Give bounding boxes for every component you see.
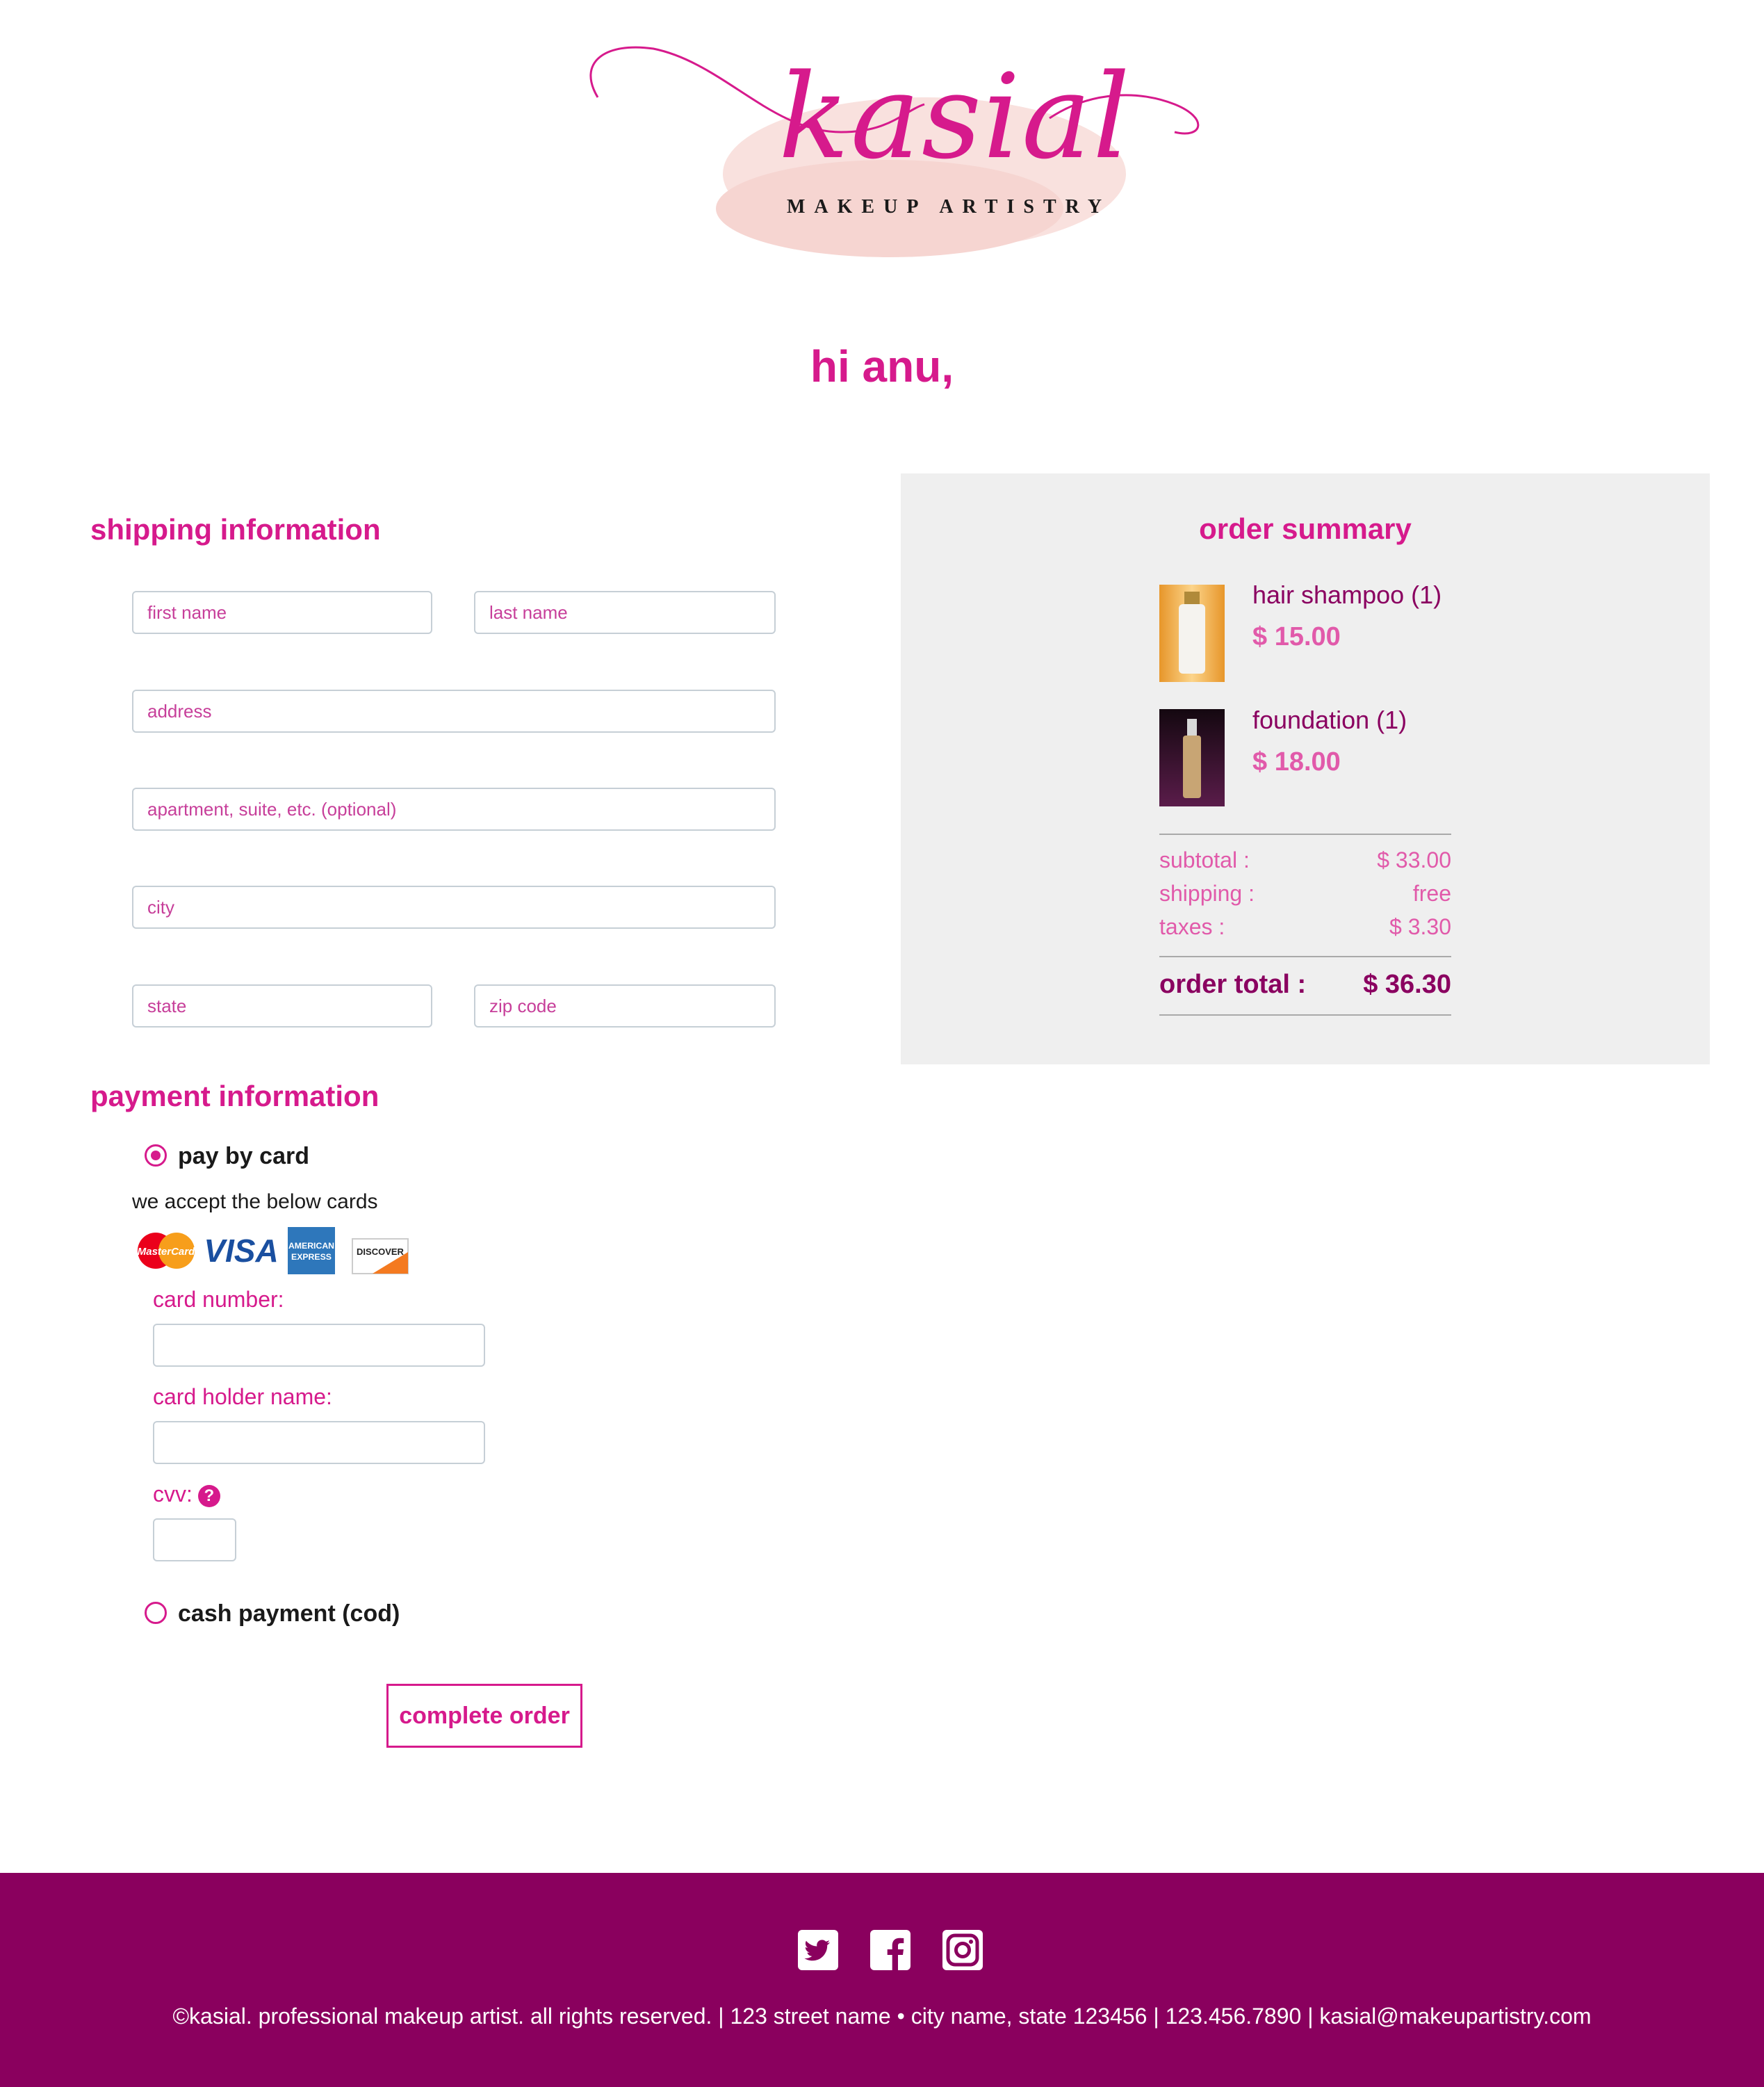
mastercard-logo-icon: MasterCard: [138, 1233, 195, 1269]
card-holder-label: card holder name:: [153, 1384, 332, 1409]
greeting-heading: hi anu,: [810, 341, 954, 391]
order-summary-panel: order summary hair shampoo (1) $ 15.00 f…: [901, 473, 1710, 1064]
accepted-cards-text: we accept the below cards: [132, 1190, 378, 1213]
shampoo-bottle-icon: [1159, 585, 1225, 682]
cash-payment-label[interactable]: cash payment (cod): [178, 1600, 400, 1627]
address-field[interactable]: [132, 690, 776, 733]
last-name-field[interactable]: [474, 591, 776, 634]
amex-logo-icon: AMERICAN EXPRESS: [288, 1227, 335, 1274]
shipping-cost-label: shipping :: [1159, 881, 1255, 906]
site-footer: ©kasial. professional makeup artist. all…: [0, 1873, 1764, 2087]
zip-code-field[interactable]: [474, 984, 776, 1028]
twitter-icon[interactable]: [798, 1930, 838, 1970]
item-price-shampoo: $ 15.00: [1252, 622, 1341, 651]
visa-logo-icon: VISA: [204, 1233, 278, 1269]
subtotal-label: subtotal :: [1159, 847, 1250, 872]
item-price-foundation: $ 18.00: [1252, 747, 1341, 777]
foundation-bottle-icon: [1159, 709, 1225, 806]
card-number-field[interactable]: [153, 1324, 485, 1367]
cash-payment-radio[interactable]: [145, 1602, 167, 1624]
amex-text-line1: AMERICAN: [288, 1241, 334, 1251]
item-name-foundation: foundation (1): [1252, 706, 1407, 734]
visa-text: VISA: [204, 1233, 278, 1269]
pay-by-card-label[interactable]: pay by card: [178, 1143, 309, 1170]
state-field[interactable]: [132, 984, 432, 1028]
first-name-field[interactable]: [132, 591, 432, 634]
cvv-label: cvv:?: [153, 1481, 220, 1507]
discover-logo-icon: DISCOVER: [352, 1238, 409, 1274]
logo-wordmark: kasial: [778, 49, 1132, 185]
subtotal-value: $ 33.00: [1377, 847, 1451, 872]
cvv-field[interactable]: [153, 1518, 236, 1561]
shipping-title: shipping information: [90, 513, 381, 546]
city-field[interactable]: [132, 886, 776, 929]
cvv-label-text: cvv:: [153, 1481, 193, 1507]
discover-text: DISCOVER: [357, 1246, 405, 1257]
item-name-shampoo: hair shampoo (1): [1252, 580, 1442, 609]
facebook-icon[interactable]: [870, 1930, 910, 1970]
card-number-label: card number:: [153, 1287, 284, 1312]
payment-title: payment information: [90, 1080, 379, 1112]
logo-tagline: MAKEUP ARTISTRY: [787, 196, 1111, 218]
taxes-label: taxes :: [1159, 914, 1225, 939]
pay-by-card-radio[interactable]: [145, 1144, 167, 1167]
summary-divider: [1159, 1014, 1451, 1016]
order-total-label: order total :: [1159, 970, 1307, 999]
card-holder-field[interactable]: [153, 1421, 485, 1464]
footer-copyright: ©kasial. professional makeup artist. all…: [172, 2004, 1592, 2029]
mastercard-text: MasterCard: [138, 1246, 195, 1258]
order-total-value: $ 36.30: [1363, 970, 1451, 999]
summary-divider: [1159, 956, 1451, 957]
amex-text-line2: EXPRESS: [291, 1252, 332, 1262]
help-icon[interactable]: ?: [197, 1484, 220, 1507]
taxes-value: $ 3.30: [1389, 914, 1451, 939]
instagram-icon[interactable]: [942, 1930, 983, 1970]
shipping-cost-value: free: [1412, 881, 1451, 906]
brand-logo[interactable]: kasial MAKEUP ARTISTRY: [563, 35, 1216, 264]
apartment-field[interactable]: [132, 788, 776, 831]
complete-order-button[interactable]: complete order: [386, 1684, 582, 1748]
summary-divider: [1159, 834, 1451, 835]
order-summary-title: order summary: [1199, 512, 1412, 545]
